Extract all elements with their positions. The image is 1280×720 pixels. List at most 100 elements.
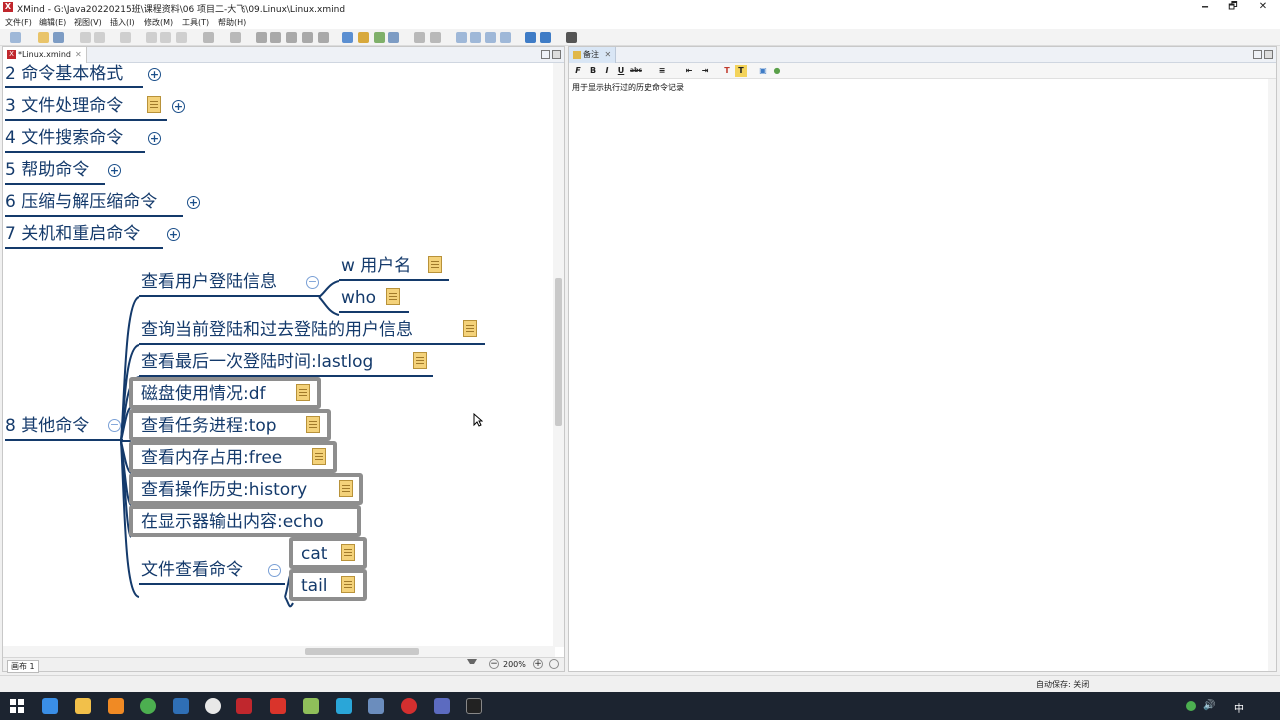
app-green-icon[interactable] [140, 698, 156, 714]
tray-status-icon[interactable] [1186, 701, 1196, 711]
expand-plus-icon[interactable]: + [172, 100, 185, 113]
mindmap-canvas[interactable]: 2 命令基本格式 + 3 文件处理命令 + 4 文件搜索命令 + 5 帮助命令 … [3, 63, 555, 647]
paste-icon[interactable] [160, 32, 171, 43]
app-slate-icon[interactable] [368, 698, 384, 714]
topic-top[interactable]: 查看任务进程:top [141, 415, 277, 437]
topic-echo[interactable]: 在显示器输出内容:echo [141, 511, 324, 533]
wps-icon[interactable] [270, 698, 286, 714]
note-icon[interactable] [341, 576, 355, 593]
insert-topic-icon[interactable] [203, 32, 214, 43]
share-icon[interactable] [525, 32, 536, 43]
topic-compress[interactable]: 6 压缩与解压缩命令 [5, 191, 157, 213]
topic-tail[interactable]: tail [301, 575, 328, 597]
notes-vertical-scrollbar[interactable] [1268, 79, 1276, 671]
scrollbar-thumb[interactable] [305, 648, 419, 655]
xmind-taskbar-icon[interactable] [236, 698, 252, 714]
expand-plus-icon[interactable]: + [108, 164, 121, 177]
windows-start-icon[interactable] [10, 699, 24, 713]
editor-tab-close-icon[interactable]: ✕ [75, 50, 82, 59]
insert-link-button[interactable]: ● [771, 65, 783, 77]
maximize-view-icon[interactable] [552, 50, 561, 59]
drill-down-icon[interactable] [414, 32, 425, 43]
note-icon[interactable] [388, 32, 399, 43]
topic-file-search[interactable]: 4 文件搜索命令 [5, 127, 123, 149]
menu-file[interactable]: 文件(F) [5, 17, 32, 28]
indent-button[interactable]: ⇥ [699, 65, 711, 77]
file-explorer-icon[interactable] [75, 698, 91, 714]
zoom-out-icon[interactable]: − [489, 659, 499, 669]
redo-icon[interactable] [94, 32, 105, 43]
minimize-button[interactable]: 🗕 [1192, 0, 1218, 15]
close-button[interactable]: ✕ [1250, 0, 1276, 15]
topic-query-current[interactable]: 查询当前登陆和过去登陆的用户信息 [141, 319, 413, 341]
chrome-icon[interactable] [205, 698, 221, 714]
note-icon[interactable] [339, 480, 353, 497]
topic-file-view[interactable]: 文件查看命令 [141, 559, 243, 581]
collapse-minus-icon[interactable]: − [108, 419, 121, 432]
boundary-icon[interactable] [270, 32, 281, 43]
editor-tab-linux[interactable]: X *Linux.xmind ✕ [3, 47, 87, 63]
zoom-in-icon[interactable]: + [533, 659, 543, 669]
tray-volume-icon[interactable]: 🔊 [1203, 700, 1215, 711]
insert-image-button[interactable]: ▣ [757, 65, 769, 77]
italic-button[interactable]: I [601, 65, 613, 77]
minimize-view-icon[interactable] [541, 50, 550, 59]
menu-modify[interactable]: 修改(M) [144, 17, 173, 28]
label-icon[interactable] [318, 32, 329, 43]
menu-edit[interactable]: 编辑(E) [39, 17, 66, 28]
note-icon[interactable] [296, 384, 310, 401]
topic-user-login[interactable]: 查看用户登陆信息 [141, 271, 277, 293]
font-button[interactable]: F [572, 65, 584, 77]
note-icon[interactable] [386, 288, 400, 305]
settings-gear-icon[interactable] [566, 32, 577, 43]
topic-command-format[interactable]: 2 命令基本格式 [5, 63, 123, 85]
app-orange-icon[interactable] [108, 698, 124, 714]
autosave-status[interactable]: 自动保存: 关闭 [1036, 679, 1089, 690]
open-icon[interactable] [38, 32, 49, 43]
note-icon[interactable] [312, 448, 326, 465]
topic-cat[interactable]: cat [301, 543, 327, 565]
bold-button[interactable]: B [587, 65, 599, 77]
topic-df[interactable]: 磁盘使用情况:df [141, 383, 266, 405]
note-icon[interactable] [147, 96, 161, 113]
topic-history[interactable]: 查看操作历史:history [141, 479, 307, 501]
attachment-icon[interactable] [374, 32, 385, 43]
summary-icon[interactable] [286, 32, 297, 43]
filter-icon[interactable] [467, 659, 477, 669]
export-icon[interactable] [540, 32, 551, 43]
new-icon[interactable] [10, 32, 21, 43]
menu-help[interactable]: 帮助(H) [218, 17, 246, 28]
topic-file-commands[interactable]: 3 文件处理命令 [5, 95, 123, 117]
copy-icon[interactable] [146, 32, 157, 43]
fit-map-icon[interactable] [549, 659, 559, 669]
properties-icon[interactable] [485, 32, 496, 43]
notes-tab[interactable]: 备注 ✕ [569, 47, 617, 63]
insert-subtopic-icon[interactable] [230, 32, 241, 43]
highlight-button[interactable]: T [735, 65, 747, 77]
expand-plus-icon[interactable]: + [187, 196, 200, 209]
menu-tools[interactable]: 工具(T) [182, 17, 209, 28]
taskview-icon[interactable] [42, 698, 58, 714]
topic-lastlog[interactable]: 查看最后一次登陆时间:lastlog [141, 351, 373, 373]
topic-who[interactable]: who [341, 287, 376, 309]
topic-help-commands[interactable]: 5 帮助命令 [5, 159, 89, 181]
note-icon[interactable] [306, 416, 320, 433]
maximize-view-icon[interactable] [1264, 50, 1273, 59]
collapse-minus-icon[interactable]: − [306, 276, 319, 289]
layout-icon[interactable] [456, 32, 467, 43]
outdent-button[interactable]: ⇤ [683, 65, 695, 77]
app-lightgreen-icon[interactable] [303, 698, 319, 714]
save-icon[interactable] [53, 32, 64, 43]
sheet-tab[interactable]: 画布 1 [7, 660, 39, 673]
expand-plus-icon[interactable]: + [148, 132, 161, 145]
editor-vertical-scrollbar[interactable] [553, 63, 564, 647]
text-color-button[interactable]: T [721, 65, 733, 77]
format-painter-icon[interactable] [176, 32, 187, 43]
terminal-icon[interactable] [466, 698, 482, 714]
overview-icon[interactable] [500, 32, 511, 43]
topic-w-user[interactable]: w 用户名 [341, 255, 411, 277]
align-dropdown[interactable]: ≡ [653, 65, 671, 77]
expand-plus-icon[interactable]: + [167, 228, 180, 241]
drill-up-icon[interactable] [430, 32, 441, 43]
topic-free[interactable]: 查看内存占用:free [141, 447, 282, 469]
